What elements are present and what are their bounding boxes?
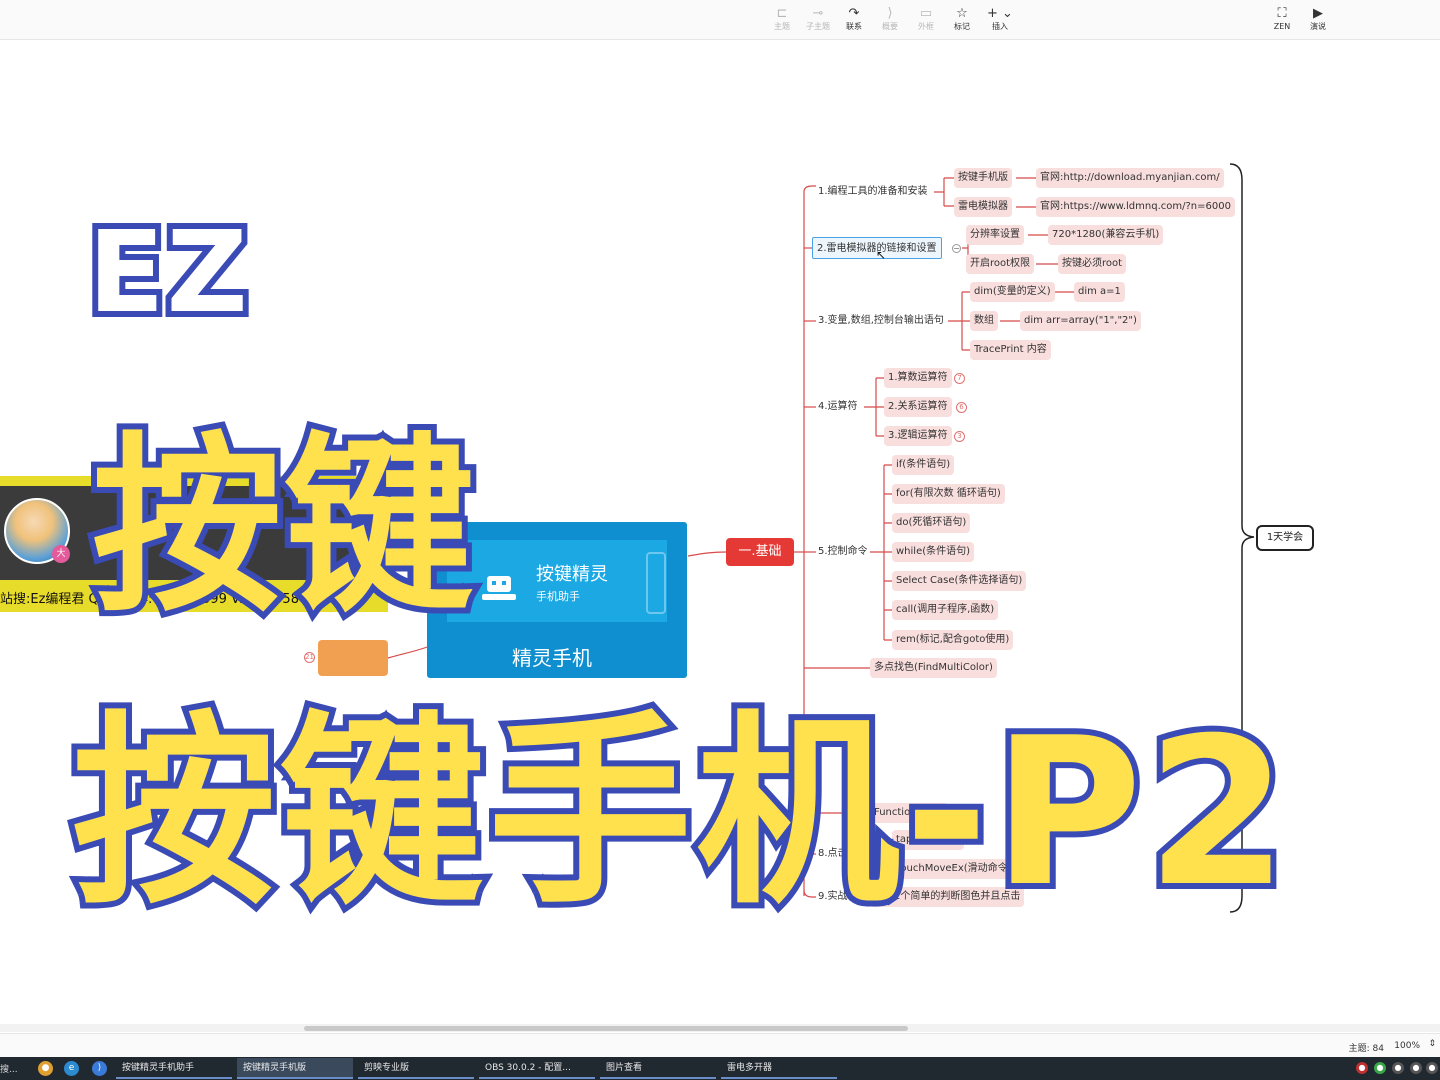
- phone-icon: [646, 552, 666, 614]
- insert-label: 插入: [992, 22, 1008, 31]
- node-ld-url[interactable]: 官网:https://www.ldmnq.com/?n=6000: [1036, 197, 1235, 217]
- node-anjian-url[interactable]: 官网:http://download.myanjian.com/: [1036, 168, 1224, 188]
- avatar-badge: 大: [52, 545, 70, 563]
- chrome-icon[interactable]: ●: [38, 1061, 53, 1076]
- relationship-button[interactable]: ↷ 联系: [834, 6, 874, 36]
- overlay-anjian: 按键: [86, 410, 480, 643]
- summary-icon: ⟩: [887, 6, 893, 21]
- scrollbar-thumb[interactable]: [304, 1026, 908, 1031]
- node-traceprint[interactable]: TracePrint 内容: [970, 340, 1051, 360]
- node-do[interactable]: do(死循环语句): [892, 513, 971, 533]
- zoom-stepper-icon[interactable]: ⇕: [1428, 1039, 1436, 1049]
- node-relational-ops[interactable]: 2.关系运算符: [884, 397, 952, 417]
- topic-button[interactable]: ⊏ 主题: [762, 6, 802, 36]
- overlay-ez: EZ: [82, 202, 254, 344]
- tray-icon[interactable]: ●: [1392, 1062, 1404, 1074]
- branch-variables[interactable]: 3.变量,数组,控制台输出语句: [814, 310, 948, 332]
- insert-button[interactable]: + ⌄ 插入: [980, 6, 1020, 36]
- summary-label: 概要: [882, 22, 898, 31]
- node-dim-value[interactable]: dim a=1: [1074, 282, 1125, 302]
- app-title: 按键精灵: [536, 564, 608, 585]
- edge-icon[interactable]: e: [64, 1061, 79, 1076]
- zen-label: ZEN: [1273, 22, 1291, 31]
- star-icon: ☆: [956, 6, 968, 21]
- topic-icon: ⊏: [776, 6, 788, 21]
- node-array-value[interactable]: dim arr=array("1","2"): [1020, 311, 1141, 331]
- subtopic-label: 子主题: [806, 22, 830, 31]
- count-badge: 3: [954, 431, 965, 442]
- branch-tools[interactable]: 1.编程工具的准备和安装: [814, 181, 932, 203]
- node-logic-ops[interactable]: 3.逻辑运算符: [884, 426, 952, 446]
- zen-button[interactable]: ⛶ ZEN: [1262, 6, 1302, 36]
- mindmap-canvas[interactable]: 大 站搜:Ez编程君 QQ交流群:674961599 V:asa5058 21 …: [0, 40, 1440, 1028]
- toolbar: ⊏ 主题 ⊸ 子主题 ↷ 联系 ⟩ 概要 ▭ 外框 ☆ 标记 + ⌄ 插入 ⛶ …: [0, 0, 1440, 40]
- marker-button[interactable]: ☆ 标记: [942, 6, 982, 36]
- node-resolution-value[interactable]: 720*1280(兼容云手机): [1048, 225, 1164, 245]
- topic-count: 主题: 84: [1348, 1044, 1384, 1054]
- zen-icon: ⛶: [1277, 6, 1287, 21]
- tray-icon[interactable]: ●: [1356, 1062, 1368, 1074]
- branch-control[interactable]: 5.控制命令: [814, 541, 872, 563]
- taskbar-item-ld-multi[interactable]: 雷电多开器: [721, 1058, 837, 1079]
- boundary-label: 外框: [918, 22, 934, 31]
- relationship-icon: ↷: [848, 6, 860, 21]
- summary-button[interactable]: ⟩ 概要: [870, 6, 910, 36]
- taskbar-item-anjian-helper[interactable]: 按键精灵手机助手: [116, 1058, 232, 1079]
- node-while[interactable]: while(条件语句): [892, 542, 975, 562]
- presentation-icon: ▶: [1313, 6, 1323, 21]
- taskbar-item-anjian-mobile[interactable]: 按键精灵手机版: [237, 1058, 353, 1079]
- robot-icon: [482, 576, 516, 600]
- node-root-value[interactable]: 按键必须root: [1058, 254, 1127, 274]
- app-subtitle: 手机助手: [536, 590, 580, 603]
- mouse-cursor-icon: ↖: [876, 248, 887, 262]
- node-anjian-mobile[interactable]: 按键手机版: [954, 168, 1012, 188]
- node-select-case[interactable]: Select Case(条件选择语句): [892, 571, 1027, 591]
- status-bar: 主题: 84 100% ⇕: [0, 1033, 1440, 1057]
- boundary-button[interactable]: ▭ 外框: [906, 6, 946, 36]
- node-if[interactable]: if(条件语句): [892, 455, 955, 475]
- branch-operators[interactable]: 4.运算符: [814, 396, 862, 418]
- node-dim[interactable]: dim(变量的定义): [970, 282, 1055, 302]
- wechat-icon[interactable]: ●: [1374, 1062, 1386, 1074]
- node-resolution[interactable]: 分辨率设置: [966, 225, 1024, 245]
- node-array[interactable]: 数组: [970, 311, 998, 331]
- insert-icon: + ⌄: [987, 6, 1013, 21]
- collapse-toggle[interactable]: −: [952, 244, 961, 253]
- marker-label: 标记: [954, 22, 970, 31]
- root-topic[interactable]: 一.基础: [726, 538, 794, 566]
- topic-label: 主题: [774, 22, 790, 31]
- subtopic-button[interactable]: ⊸ 子主题: [798, 6, 838, 36]
- taskbar-item-image-viewer[interactable]: 图片查看: [600, 1058, 716, 1079]
- node-arith-ops[interactable]: 1.算数运算符: [884, 368, 952, 388]
- node-ld-emulator[interactable]: 雷电模拟器: [954, 197, 1012, 217]
- count-badge: 7: [954, 373, 965, 384]
- boundary-icon: ▭: [919, 6, 933, 21]
- vscode-icon[interactable]: ⟩: [92, 1061, 107, 1076]
- node-for[interactable]: for(有限次数 循环语句): [892, 484, 1005, 504]
- network-icon[interactable]: ●: [1410, 1062, 1422, 1074]
- presentation-button[interactable]: ▶ 演说: [1298, 6, 1338, 36]
- taskbar-search[interactable]: 搜...: [0, 1062, 18, 1075]
- overlay-title: 按键手机-P2: [66, 689, 1294, 938]
- subtopic-icon: ⊸: [812, 6, 824, 21]
- relationship-label: 联系: [846, 22, 862, 31]
- summary-topic[interactable]: 1天学会: [1256, 525, 1314, 551]
- volume-icon[interactable]: ●: [1426, 1062, 1438, 1074]
- presentation-label: 演说: [1310, 22, 1326, 31]
- taskbar: 搜... ● e ⟩ 按键精灵手机助手 按键精灵手机版 剪映专业版 OBS 30…: [0, 1057, 1440, 1080]
- count-badge: 6: [956, 402, 967, 413]
- taskbar-item-obs[interactable]: OBS 30.0.2 - 配置...: [479, 1058, 595, 1079]
- node-root[interactable]: 开启root权限: [966, 254, 1035, 274]
- node-call[interactable]: call(调用子程序,函数): [892, 600, 999, 620]
- taskbar-item-capcut[interactable]: 剪映专业版: [358, 1058, 474, 1079]
- zoom-level[interactable]: 100%: [1394, 1041, 1420, 1051]
